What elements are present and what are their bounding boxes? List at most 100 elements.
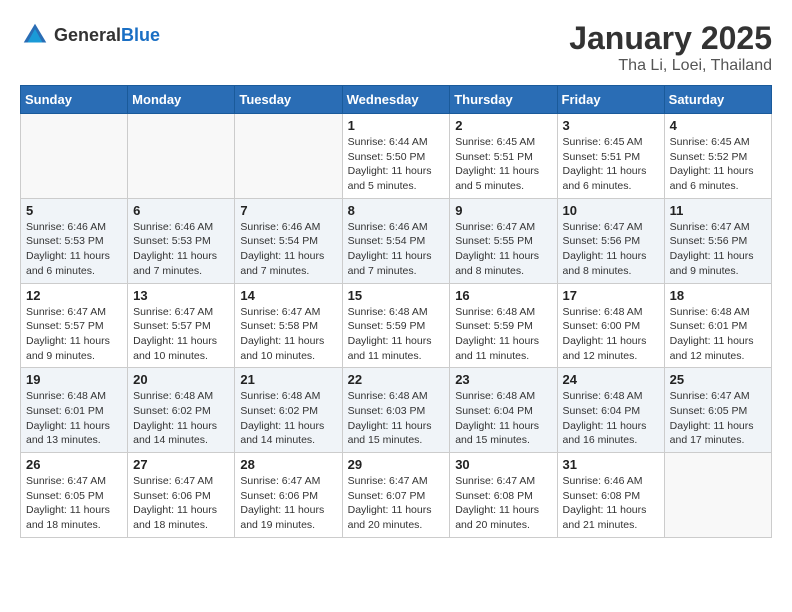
day-info: Sunrise: 6:48 AMSunset: 6:03 PMDaylight:… — [348, 389, 445, 448]
day-info: Sunrise: 6:46 AMSunset: 5:54 PMDaylight:… — [348, 220, 445, 279]
day-info: Sunrise: 6:48 AMSunset: 6:01 PMDaylight:… — [670, 305, 766, 364]
table-row: 7 Sunrise: 6:46 AMSunset: 5:54 PMDayligh… — [235, 198, 342, 283]
col-saturday: Saturday — [664, 86, 771, 114]
day-info: Sunrise: 6:48 AMSunset: 6:01 PMDaylight:… — [26, 389, 122, 448]
table-row: 2 Sunrise: 6:45 AMSunset: 5:51 PMDayligh… — [450, 114, 557, 199]
day-number: 8 — [348, 203, 445, 218]
calendar-header-row: Sunday Monday Tuesday Wednesday Thursday… — [21, 86, 772, 114]
table-row: 12 Sunrise: 6:47 AMSunset: 5:57 PMDaylig… — [21, 283, 128, 368]
table-row: 30 Sunrise: 6:47 AMSunset: 6:08 PMDaylig… — [450, 453, 557, 538]
day-number: 1 — [348, 118, 445, 133]
calendar-table: Sunday Monday Tuesday Wednesday Thursday… — [20, 85, 772, 538]
day-number: 25 — [670, 372, 766, 387]
day-number: 28 — [240, 457, 336, 472]
title-block: January 2025 Tha Li, Loei, Thailand — [569, 20, 772, 75]
col-friday: Friday — [557, 86, 664, 114]
logo-general: General — [54, 25, 121, 45]
table-row: 28 Sunrise: 6:47 AMSunset: 6:06 PMDaylig… — [235, 453, 342, 538]
day-info: Sunrise: 6:48 AMSunset: 5:59 PMDaylight:… — [455, 305, 551, 364]
table-row: 13 Sunrise: 6:47 AMSunset: 5:57 PMDaylig… — [128, 283, 235, 368]
day-number: 18 — [670, 288, 766, 303]
day-info: Sunrise: 6:47 AMSunset: 5:57 PMDaylight:… — [133, 305, 229, 364]
day-number: 13 — [133, 288, 229, 303]
table-row: 1 Sunrise: 6:44 AMSunset: 5:50 PMDayligh… — [342, 114, 450, 199]
day-number: 14 — [240, 288, 336, 303]
day-info: Sunrise: 6:47 AMSunset: 5:57 PMDaylight:… — [26, 305, 122, 364]
day-number: 7 — [240, 203, 336, 218]
day-info: Sunrise: 6:48 AMSunset: 6:02 PMDaylight:… — [240, 389, 336, 448]
calendar-week-5: 26 Sunrise: 6:47 AMSunset: 6:05 PMDaylig… — [21, 453, 772, 538]
col-thursday: Thursday — [450, 86, 557, 114]
table-row — [235, 114, 342, 199]
table-row: 17 Sunrise: 6:48 AMSunset: 6:00 PMDaylig… — [557, 283, 664, 368]
table-row: 29 Sunrise: 6:47 AMSunset: 6:07 PMDaylig… — [342, 453, 450, 538]
day-info: Sunrise: 6:47 AMSunset: 6:06 PMDaylight:… — [133, 474, 229, 533]
day-number: 21 — [240, 372, 336, 387]
logo: GeneralBlue — [20, 20, 160, 50]
day-number: 24 — [563, 372, 659, 387]
col-sunday: Sunday — [21, 86, 128, 114]
col-tuesday: Tuesday — [235, 86, 342, 114]
day-info: Sunrise: 6:48 AMSunset: 6:04 PMDaylight:… — [455, 389, 551, 448]
calendar-week-2: 5 Sunrise: 6:46 AMSunset: 5:53 PMDayligh… — [21, 198, 772, 283]
day-info: Sunrise: 6:45 AMSunset: 5:51 PMDaylight:… — [563, 135, 659, 194]
col-wednesday: Wednesday — [342, 86, 450, 114]
table-row: 24 Sunrise: 6:48 AMSunset: 6:04 PMDaylig… — [557, 368, 664, 453]
table-row: 23 Sunrise: 6:48 AMSunset: 6:04 PMDaylig… — [450, 368, 557, 453]
table-row: 21 Sunrise: 6:48 AMSunset: 6:02 PMDaylig… — [235, 368, 342, 453]
day-number: 30 — [455, 457, 551, 472]
day-number: 22 — [348, 372, 445, 387]
day-info: Sunrise: 6:45 AMSunset: 5:51 PMDaylight:… — [455, 135, 551, 194]
table-row: 10 Sunrise: 6:47 AMSunset: 5:56 PMDaylig… — [557, 198, 664, 283]
day-info: Sunrise: 6:47 AMSunset: 6:08 PMDaylight:… — [455, 474, 551, 533]
day-info: Sunrise: 6:47 AMSunset: 6:05 PMDaylight:… — [670, 389, 766, 448]
day-number: 5 — [26, 203, 122, 218]
day-number: 17 — [563, 288, 659, 303]
table-row: 25 Sunrise: 6:47 AMSunset: 6:05 PMDaylig… — [664, 368, 771, 453]
day-info: Sunrise: 6:48 AMSunset: 6:02 PMDaylight:… — [133, 389, 229, 448]
table-row: 5 Sunrise: 6:46 AMSunset: 5:53 PMDayligh… — [21, 198, 128, 283]
table-row: 26 Sunrise: 6:47 AMSunset: 6:05 PMDaylig… — [21, 453, 128, 538]
calendar-week-3: 12 Sunrise: 6:47 AMSunset: 5:57 PMDaylig… — [21, 283, 772, 368]
page-header: GeneralBlue January 2025 Tha Li, Loei, T… — [20, 20, 772, 75]
day-info: Sunrise: 6:45 AMSunset: 5:52 PMDaylight:… — [670, 135, 766, 194]
table-row: 9 Sunrise: 6:47 AMSunset: 5:55 PMDayligh… — [450, 198, 557, 283]
table-row — [128, 114, 235, 199]
day-number: 16 — [455, 288, 551, 303]
table-row: 27 Sunrise: 6:47 AMSunset: 6:06 PMDaylig… — [128, 453, 235, 538]
table-row: 19 Sunrise: 6:48 AMSunset: 6:01 PMDaylig… — [21, 368, 128, 453]
day-number: 4 — [670, 118, 766, 133]
day-info: Sunrise: 6:48 AMSunset: 6:00 PMDaylight:… — [563, 305, 659, 364]
day-number: 11 — [670, 203, 766, 218]
day-info: Sunrise: 6:47 AMSunset: 5:55 PMDaylight:… — [455, 220, 551, 279]
day-number: 12 — [26, 288, 122, 303]
calendar-week-1: 1 Sunrise: 6:44 AMSunset: 5:50 PMDayligh… — [21, 114, 772, 199]
logo-icon — [20, 20, 50, 50]
table-row: 8 Sunrise: 6:46 AMSunset: 5:54 PMDayligh… — [342, 198, 450, 283]
table-row: 22 Sunrise: 6:48 AMSunset: 6:03 PMDaylig… — [342, 368, 450, 453]
table-row: 14 Sunrise: 6:47 AMSunset: 5:58 PMDaylig… — [235, 283, 342, 368]
day-number: 23 — [455, 372, 551, 387]
day-info: Sunrise: 6:47 AMSunset: 6:05 PMDaylight:… — [26, 474, 122, 533]
day-info: Sunrise: 6:46 AMSunset: 5:53 PMDaylight:… — [133, 220, 229, 279]
table-row: 15 Sunrise: 6:48 AMSunset: 5:59 PMDaylig… — [342, 283, 450, 368]
day-info: Sunrise: 6:46 AMSunset: 5:54 PMDaylight:… — [240, 220, 336, 279]
table-row: 6 Sunrise: 6:46 AMSunset: 5:53 PMDayligh… — [128, 198, 235, 283]
day-info: Sunrise: 6:46 AMSunset: 6:08 PMDaylight:… — [563, 474, 659, 533]
table-row: 20 Sunrise: 6:48 AMSunset: 6:02 PMDaylig… — [128, 368, 235, 453]
table-row: 11 Sunrise: 6:47 AMSunset: 5:56 PMDaylig… — [664, 198, 771, 283]
calendar-week-4: 19 Sunrise: 6:48 AMSunset: 6:01 PMDaylig… — [21, 368, 772, 453]
day-info: Sunrise: 6:47 AMSunset: 6:07 PMDaylight:… — [348, 474, 445, 533]
day-info: Sunrise: 6:44 AMSunset: 5:50 PMDaylight:… — [348, 135, 445, 194]
day-info: Sunrise: 6:47 AMSunset: 5:56 PMDaylight:… — [563, 220, 659, 279]
logo-text: GeneralBlue — [54, 25, 160, 46]
day-number: 26 — [26, 457, 122, 472]
day-info: Sunrise: 6:48 AMSunset: 5:59 PMDaylight:… — [348, 305, 445, 364]
day-info: Sunrise: 6:48 AMSunset: 6:04 PMDaylight:… — [563, 389, 659, 448]
day-info: Sunrise: 6:46 AMSunset: 5:53 PMDaylight:… — [26, 220, 122, 279]
day-number: 2 — [455, 118, 551, 133]
table-row: 16 Sunrise: 6:48 AMSunset: 5:59 PMDaylig… — [450, 283, 557, 368]
table-row: 18 Sunrise: 6:48 AMSunset: 6:01 PMDaylig… — [664, 283, 771, 368]
day-number: 20 — [133, 372, 229, 387]
day-number: 31 — [563, 457, 659, 472]
